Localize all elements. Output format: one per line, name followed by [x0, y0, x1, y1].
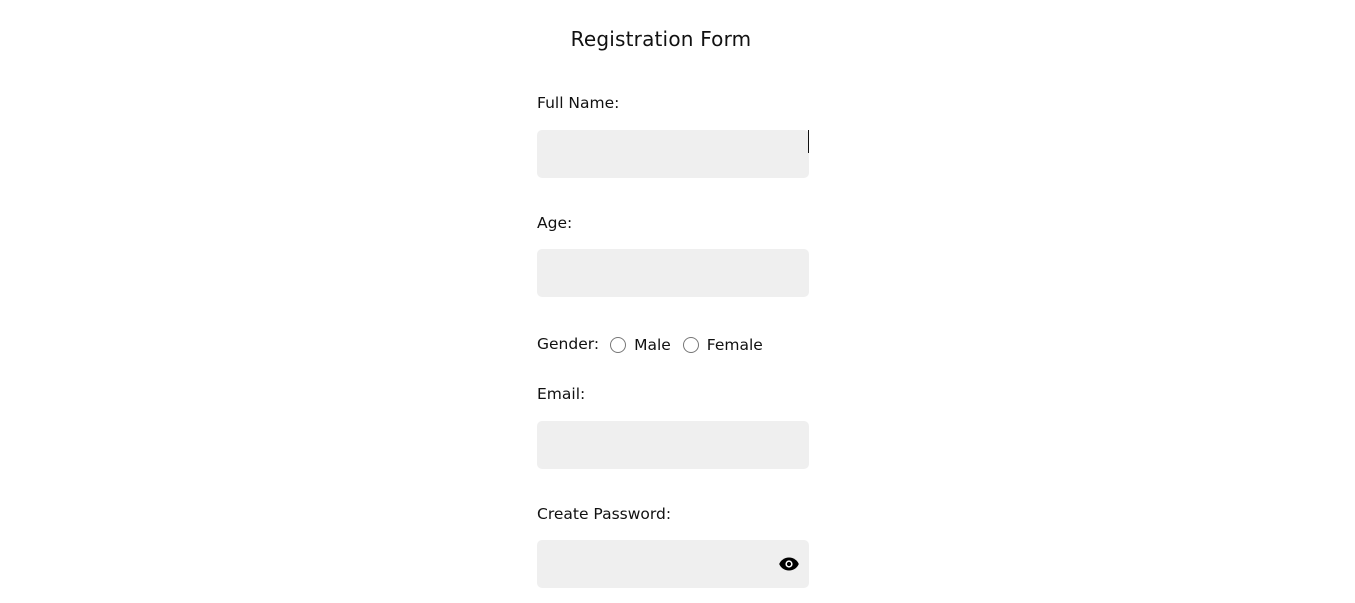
female-label[interactable]: Female — [707, 336, 763, 354]
password-label: Create Password: — [537, 505, 672, 523]
male-radio[interactable] — [610, 337, 627, 353]
password-input[interactable] — [537, 540, 809, 588]
text-caret — [808, 130, 809, 153]
gender-label: Gender: — [537, 335, 600, 353]
full-name-label: Full Name: — [537, 94, 620, 112]
email-input[interactable] — [537, 421, 809, 469]
gender-group: Gender: Male Female — [537, 332, 775, 358]
eye-icon[interactable] — [779, 555, 799, 572]
age-input[interactable] — [537, 249, 809, 297]
age-label: Age: — [537, 214, 573, 232]
full-name-input[interactable] — [537, 130, 809, 178]
male-label[interactable]: Male — [634, 336, 671, 354]
form-title: Registration Form — [570, 27, 752, 51]
female-radio[interactable] — [682, 337, 699, 353]
email-label: Email: — [537, 385, 586, 403]
